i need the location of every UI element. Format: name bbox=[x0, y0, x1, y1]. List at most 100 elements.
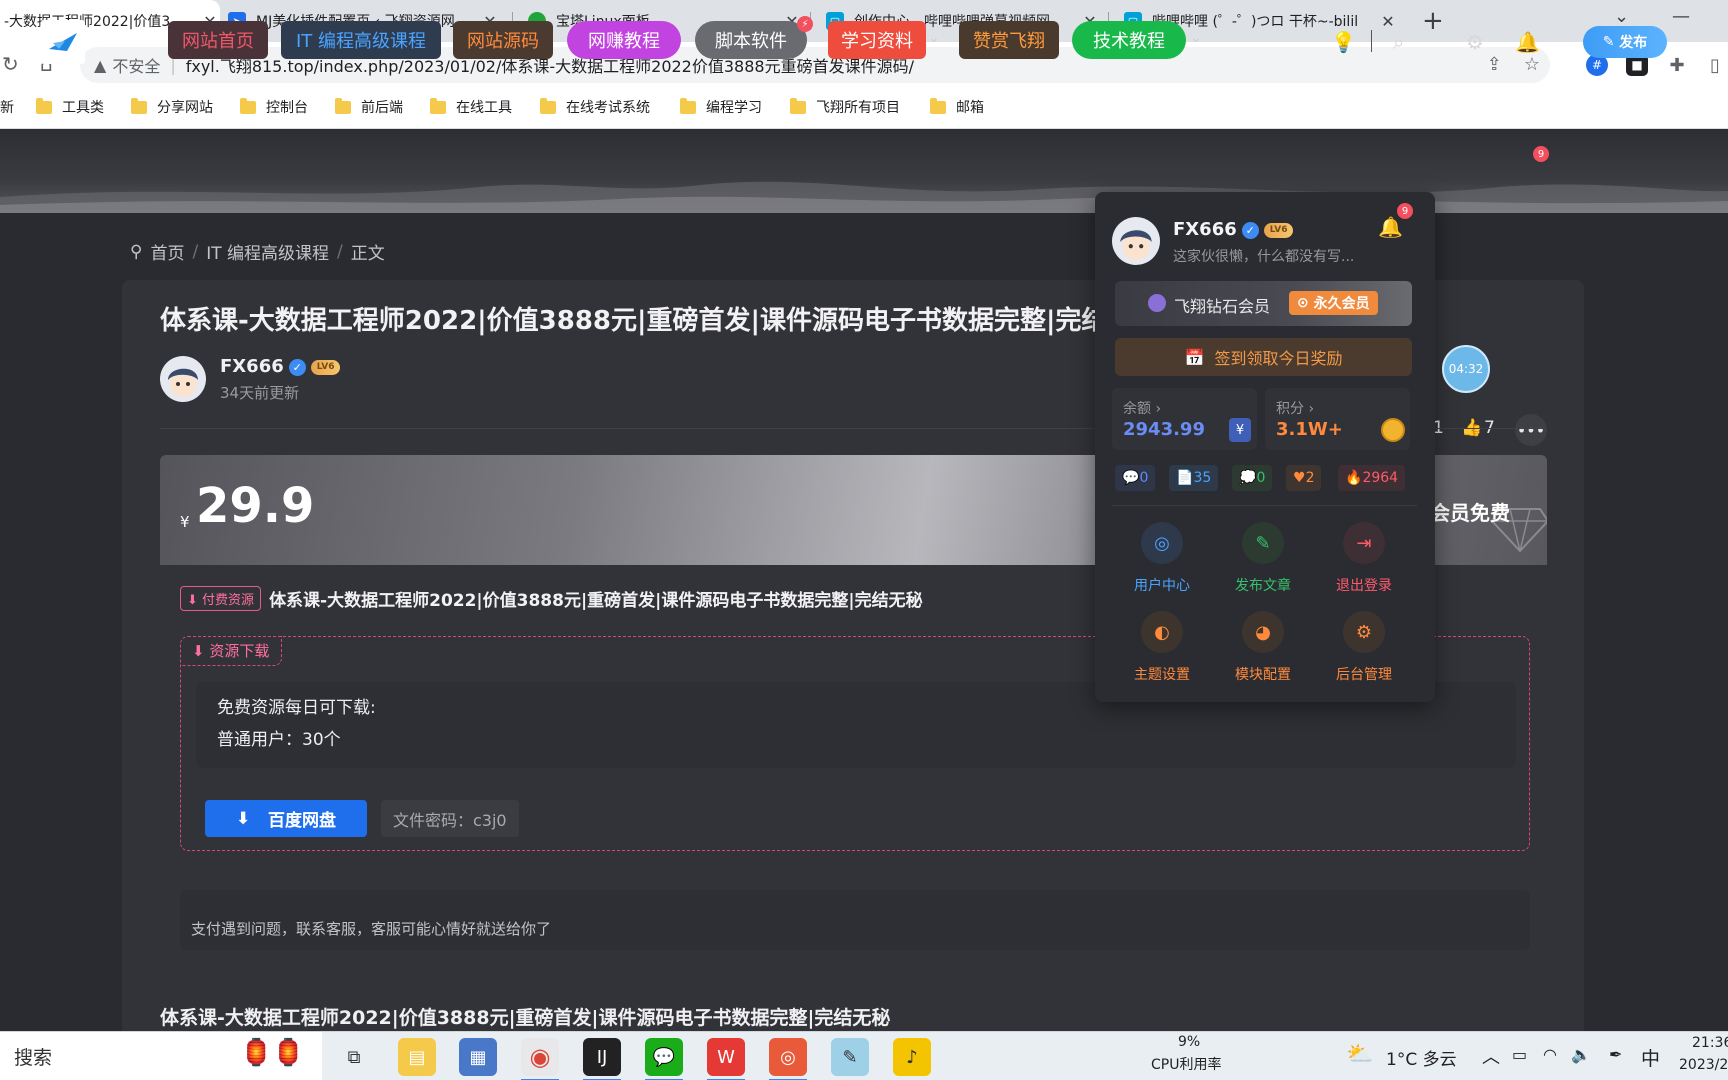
pen-icon[interactable]: ✒ bbox=[1609, 1045, 1622, 1064]
weather-text[interactable]: 1°C 多云 bbox=[1386, 1045, 1457, 1070]
chevron-down-icon[interactable]: ⌄ bbox=[928, 30, 940, 46]
calendar-icon: 📅 bbox=[1184, 347, 1215, 367]
checkin-button[interactable]: 📅 签到领取今日奖励 bbox=[1115, 338, 1412, 376]
logout-link[interactable]: 退出登录 bbox=[1319, 575, 1409, 595]
bookmark-folder[interactable]: 在线考试系统 bbox=[540, 97, 650, 117]
share-icon[interactable]: ⇪ bbox=[1487, 54, 1502, 75]
task-view-icon[interactable]: ⧉ bbox=[335, 1038, 373, 1076]
nav-source-code[interactable]: 网站源码 bbox=[453, 21, 553, 59]
clock-date[interactable]: 2023/2 bbox=[1679, 1057, 1728, 1073]
puzzle-icon[interactable]: ✚ bbox=[1666, 54, 1688, 76]
minimize-button[interactable]: — bbox=[1672, 6, 1690, 27]
side-panel-icon[interactable]: ▯ bbox=[1704, 54, 1726, 76]
pie-chart-icon[interactable]: ◕ bbox=[1242, 611, 1284, 653]
nav-home[interactable]: 网站首页 bbox=[168, 21, 268, 59]
chip-comments[interactable]: 💬 0 bbox=[1115, 465, 1156, 491]
nav-script-software[interactable]: 脚本软件 ⚡ bbox=[695, 16, 813, 59]
bell-icon[interactable]: 🔔 bbox=[1378, 215, 1403, 239]
publish-article-link[interactable]: 发布文章 bbox=[1218, 575, 1308, 595]
chevron-up-icon[interactable]: ︿ bbox=[1482, 1043, 1500, 1069]
jetbrains-icon[interactable]: IJ bbox=[583, 1038, 621, 1080]
bell-icon[interactable]: 🔔 bbox=[1515, 30, 1540, 54]
nav-study-materials[interactable]: 学习资料 bbox=[828, 21, 926, 59]
file-password[interactable]: 文件密码：c3j0 bbox=[381, 800, 519, 837]
reload-icon[interactable]: ↻ bbox=[2, 52, 19, 76]
chip-posts[interactable]: 📄 35 bbox=[1169, 465, 1219, 491]
theme-settings-link[interactable]: 主题设置 bbox=[1117, 664, 1207, 684]
close-icon[interactable]: ✕ bbox=[1378, 12, 1398, 31]
header-divider bbox=[1371, 30, 1372, 52]
avatar[interactable] bbox=[1112, 217, 1160, 265]
lightbulb-icon[interactable]: 💡 bbox=[1331, 30, 1356, 54]
battery-icon[interactable]: ▭ bbox=[1512, 1045, 1527, 1064]
floating-timer[interactable]: 04:32 bbox=[1442, 345, 1490, 393]
balance-value: 2943.99 bbox=[1123, 419, 1205, 440]
volume-icon[interactable]: 🔈 bbox=[1571, 1045, 1591, 1064]
verified-icon: ✓ bbox=[1241, 221, 1259, 239]
bookmark-folder[interactable]: 邮箱 bbox=[930, 97, 984, 117]
admin-link[interactable]: 后台管理 bbox=[1319, 664, 1409, 684]
bookmark-folder[interactable]: 在线工具 bbox=[430, 97, 512, 117]
bookmark-folder[interactable]: 前后端 bbox=[335, 97, 403, 117]
snail-app-icon[interactable]: ◎ bbox=[769, 1038, 807, 1080]
wechat-icon[interactable]: 💬 bbox=[645, 1038, 683, 1080]
ime-indicator[interactable]: 中 bbox=[1641, 1044, 1660, 1071]
logout-icon[interactable]: ⇥ bbox=[1343, 522, 1385, 564]
notepad-icon[interactable]: ✎ bbox=[831, 1038, 869, 1076]
folder-icon bbox=[930, 97, 946, 114]
price-value: 29.9 bbox=[196, 478, 315, 534]
nav-tech-tutorial[interactable]: 技术教程 bbox=[1072, 21, 1186, 59]
folder-icon bbox=[335, 97, 351, 114]
search-icon[interactable]: ⌕ bbox=[1393, 30, 1404, 54]
paid-title: 体系课-大数据工程师2022|价值3888元|重磅首发|课件源码电子书数据完整|… bbox=[269, 591, 923, 611]
user-center-icon[interactable]: ◎ bbox=[1141, 522, 1183, 564]
clock-time[interactable]: 21:36 bbox=[1692, 1035, 1728, 1051]
wifi-icon[interactable]: ◠ bbox=[1543, 1045, 1557, 1064]
module-config-link[interactable]: 模块配置 bbox=[1218, 664, 1308, 684]
breadcrumb-home[interactable]: 首页 bbox=[150, 239, 184, 264]
user-center-link[interactable]: 用户中心 bbox=[1117, 575, 1207, 595]
nav-it-courses[interactable]: IT 编程高级课程 bbox=[281, 21, 441, 59]
document-icon: 📄 bbox=[1176, 470, 1194, 486]
level-badge: LV6 bbox=[1263, 222, 1294, 238]
site-logo[interactable] bbox=[41, 20, 85, 64]
music-icon[interactable]: ♪ bbox=[893, 1038, 931, 1076]
chip-hot[interactable]: 🔥 2964 bbox=[1338, 465, 1406, 491]
verified-icon: ✓ bbox=[288, 358, 306, 376]
star-icon[interactable]: ☆ bbox=[1524, 54, 1540, 75]
chip-favorites[interactable]: ♥ 2 bbox=[1286, 465, 1322, 491]
nav-money-tutorial[interactable]: 网赚教程 bbox=[567, 21, 681, 59]
more-options-button[interactable]: ••• bbox=[1515, 414, 1547, 446]
heart-icon: ♥ bbox=[1293, 470, 1306, 486]
warning-icon: ▲ bbox=[94, 55, 107, 75]
chip-replies[interactable]: 💭 0 bbox=[1232, 465, 1273, 491]
bookmark-folder[interactable]: 工具类 bbox=[36, 97, 104, 117]
author-name[interactable]: FX666 ✓ LV6 bbox=[220, 356, 341, 377]
edit-icon[interactable]: ✎ bbox=[1242, 522, 1284, 564]
file-explorer-icon[interactable]: ▤ bbox=[398, 1038, 436, 1076]
palette-icon[interactable]: ◐ bbox=[1141, 611, 1183, 653]
new-tab-button[interactable]: + bbox=[1422, 6, 1444, 36]
panel-username[interactable]: FX666 ✓ LV6 bbox=[1173, 219, 1294, 240]
store-icon[interactable]: ▦ bbox=[459, 1038, 497, 1076]
chrome-icon[interactable]: ◉ bbox=[521, 1038, 559, 1080]
bookmark-folder[interactable]: 编程学习 bbox=[680, 97, 762, 117]
avatar[interactable] bbox=[160, 356, 206, 402]
bookmark-folder[interactable]: 飞翔所有项目 bbox=[790, 97, 900, 117]
bookmark-item[interactable]: 新 bbox=[0, 97, 14, 117]
chevron-down-icon[interactable]: ⌄ bbox=[1190, 30, 1202, 46]
breadcrumb-category[interactable]: IT 编程高级课程 bbox=[206, 239, 329, 264]
download-icon: ⬇ bbox=[236, 808, 268, 829]
tab-search-chevron-icon[interactable]: ⌄ bbox=[1614, 6, 1629, 27]
avatar-illustration bbox=[168, 368, 198, 397]
baidu-netdisk-button[interactable]: ⬇ 百度网盘 bbox=[205, 800, 367, 837]
wps-icon[interactable]: W bbox=[707, 1038, 745, 1080]
nav-reward[interactable]: 赞赏飞翔 bbox=[959, 21, 1059, 59]
gear-icon[interactable]: ⚙ bbox=[1343, 611, 1385, 653]
taskbar-search[interactable]: 搜索 🏮🏮 bbox=[0, 1032, 322, 1080]
bookmark-folder[interactable]: 控制台 bbox=[240, 97, 308, 117]
publish-button[interactable]: ✎ 发布 bbox=[1583, 26, 1667, 58]
gear-icon[interactable]: ⚙ bbox=[1466, 30, 1484, 54]
bookmark-folder[interactable]: 分享网站 bbox=[131, 97, 213, 117]
lightning-icon: ⚡ bbox=[797, 16, 813, 32]
